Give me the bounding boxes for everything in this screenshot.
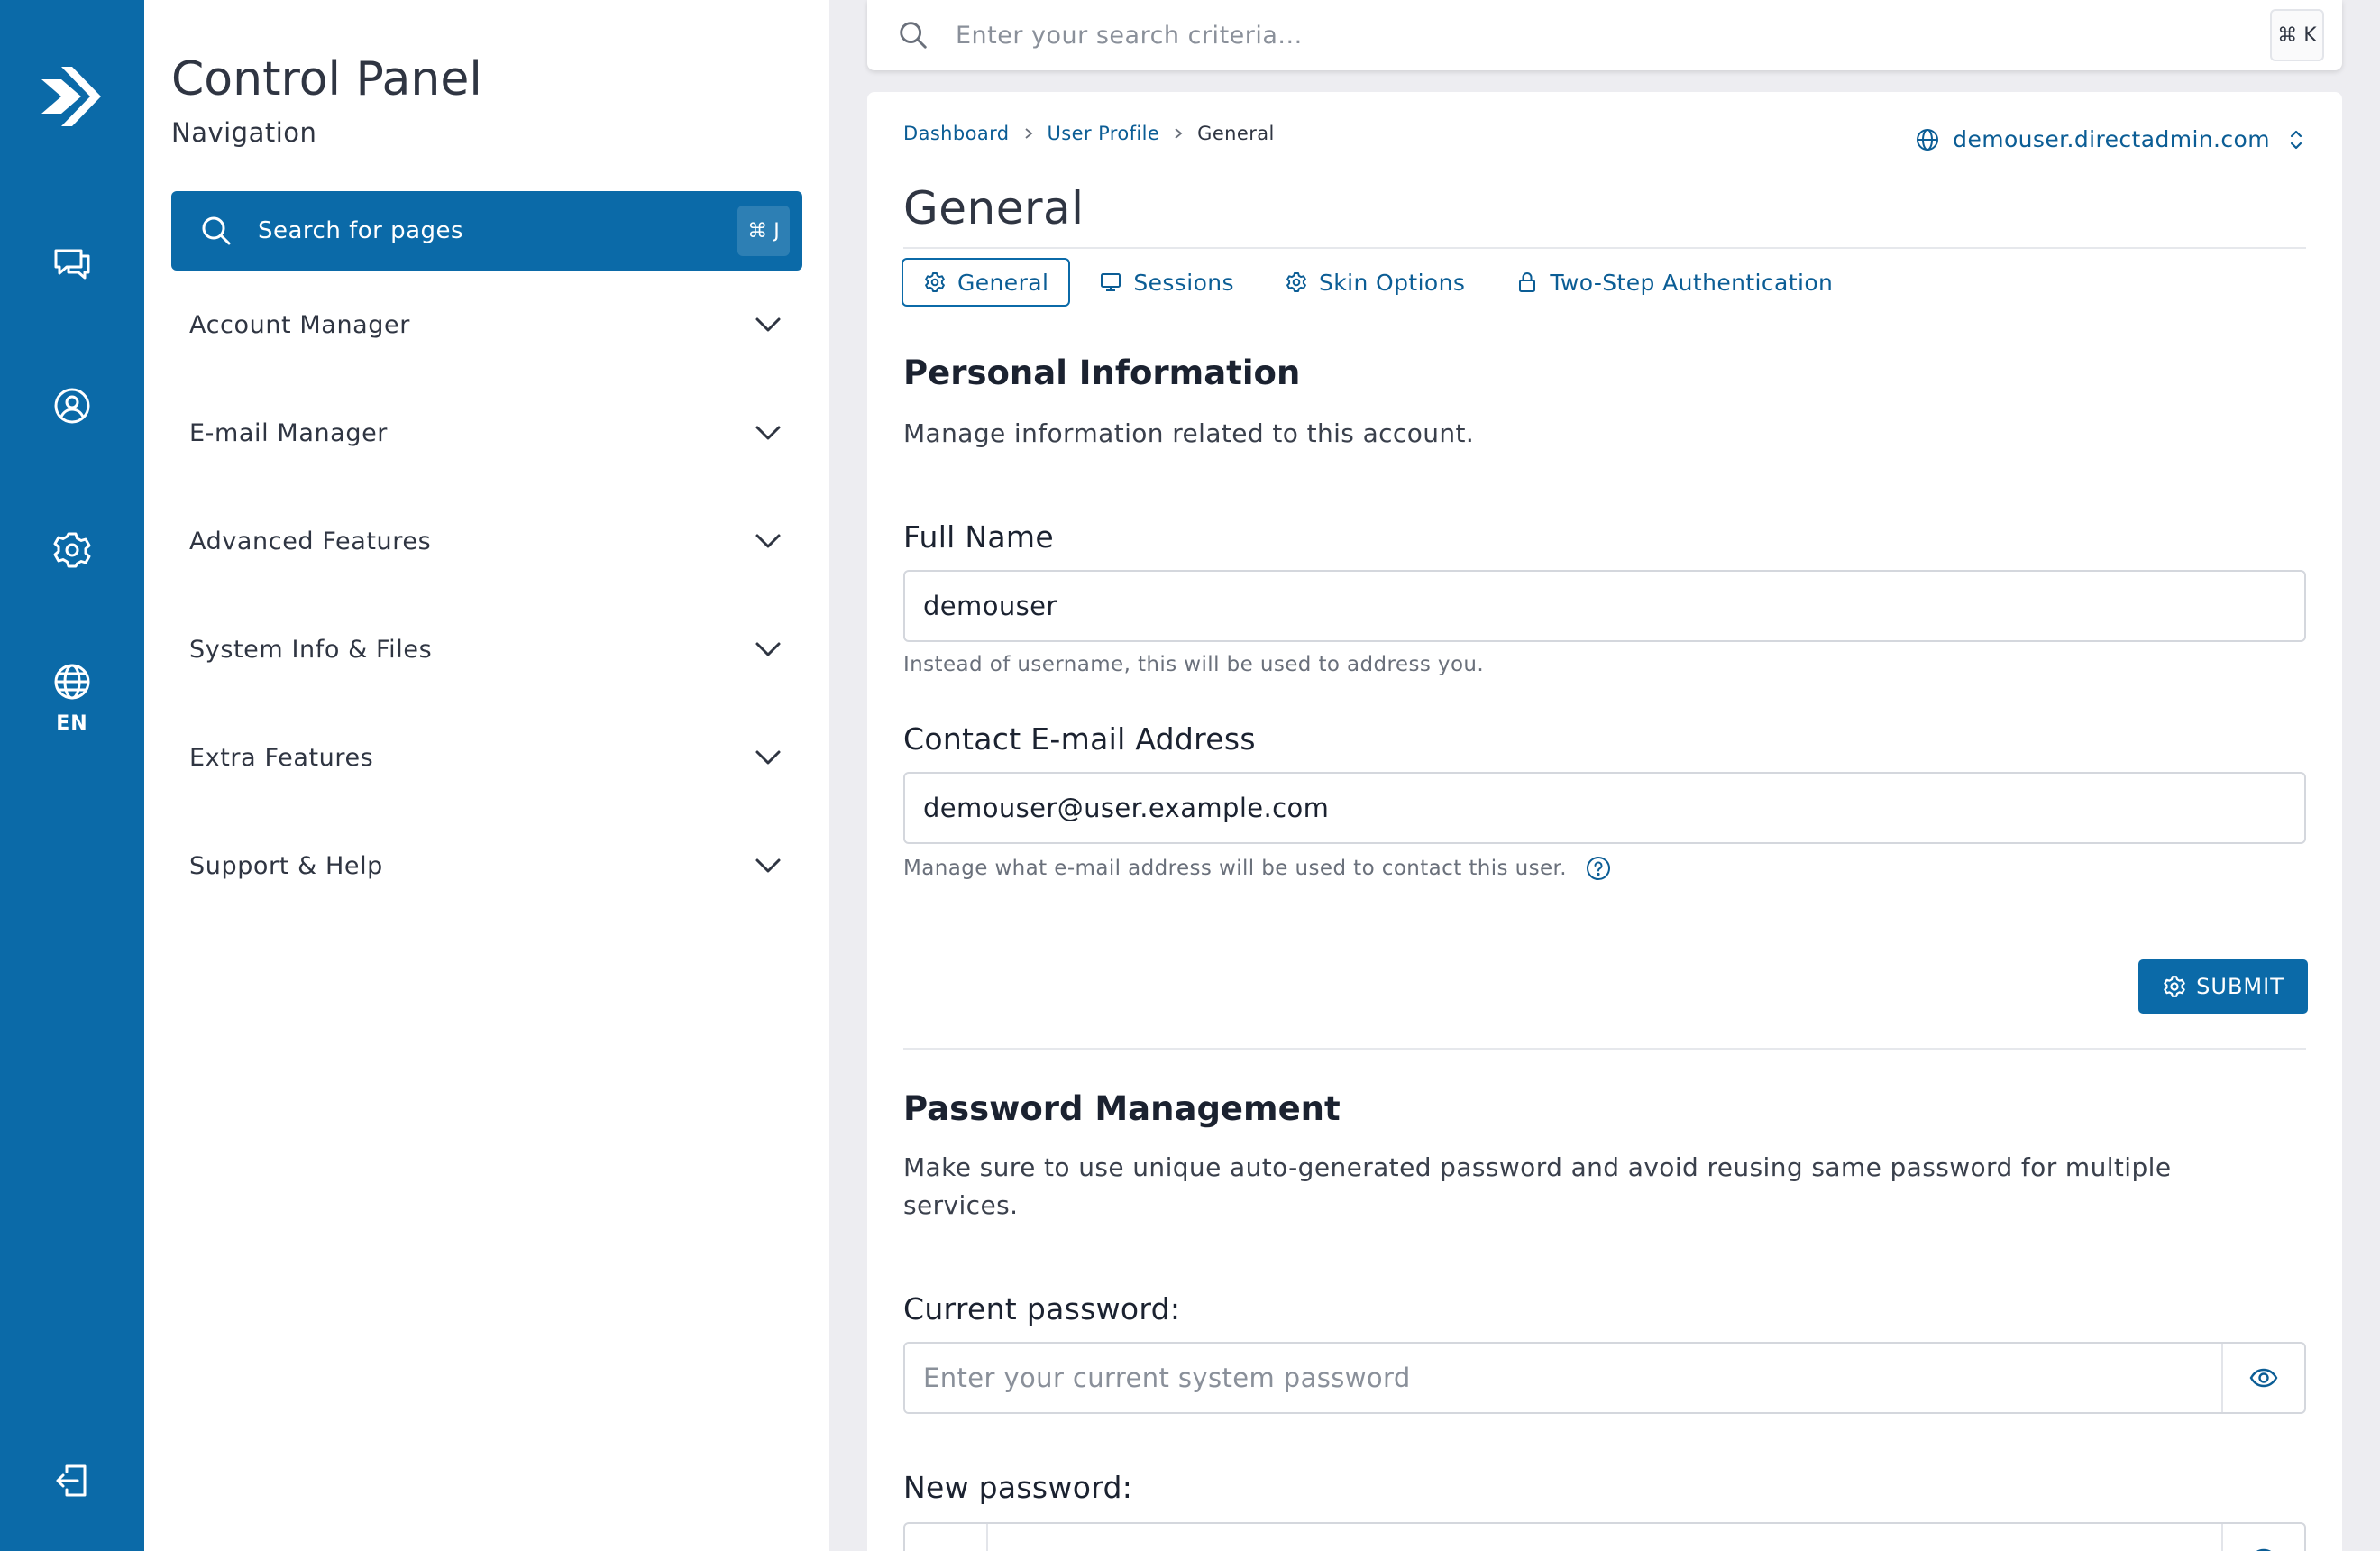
section-divider xyxy=(903,1048,2306,1050)
tab-label: Skin Options xyxy=(1318,269,1466,296)
chevron-down-icon xyxy=(755,642,781,656)
show-password-toggle[interactable] xyxy=(2221,1344,2304,1412)
nav-item-label: Account Manager xyxy=(189,310,410,339)
email-label: Contact E-mail Address xyxy=(903,721,1256,757)
question-circle-icon[interactable] xyxy=(1585,855,1612,882)
nav-item-account-manager[interactable]: Account Manager xyxy=(171,289,802,361)
new-password-label: New password: xyxy=(903,1470,1133,1505)
gear-icon xyxy=(1286,272,1306,292)
nav-item-support-help[interactable]: Support & Help xyxy=(171,830,802,902)
search-icon xyxy=(900,22,927,49)
chevron-down-icon xyxy=(755,750,781,765)
email-helper: Manage what e-mail address will be used … xyxy=(903,855,1612,882)
submit-button[interactable]: SUBMIT xyxy=(2138,959,2308,1014)
nav-item-email-manager[interactable]: E-mail Manager xyxy=(171,397,802,469)
main-content-card: Dashboard User Profile General demouser.… xyxy=(867,92,2342,1551)
logout-icon[interactable] xyxy=(36,1445,108,1517)
breadcrumb-link-user-profile[interactable]: User Profile xyxy=(1048,123,1160,144)
nav-item-system-info-files[interactable]: System Info & Files xyxy=(171,613,802,685)
search-icon xyxy=(202,216,231,245)
nav-title: Control Panel xyxy=(171,52,482,106)
personal-info-heading: Personal Information xyxy=(903,353,1301,392)
chevron-down-icon xyxy=(755,317,781,332)
gear-icon[interactable] xyxy=(36,514,108,586)
current-password-label: Current password: xyxy=(903,1291,1181,1326)
password-description: Make sure to use unique auto-generated p… xyxy=(903,1152,2172,1220)
globe-icon[interactable] xyxy=(36,646,108,718)
profile-tabs: General Sessions Skin Options Two-Step A… xyxy=(902,258,1862,307)
monitor-icon xyxy=(1101,273,1121,291)
global-search-shortcut: ⌘ K xyxy=(2270,9,2324,61)
breadcrumb-current: General xyxy=(1197,123,1275,144)
eye-icon xyxy=(2249,1368,2278,1388)
nav-item-label: Advanced Features xyxy=(189,527,432,555)
new-password-group xyxy=(903,1522,2306,1551)
chevron-down-icon xyxy=(755,426,781,440)
new-password-input[interactable] xyxy=(988,1524,2223,1551)
email-input[interactable] xyxy=(903,772,2306,844)
nav-item-label: System Info & Files xyxy=(189,635,433,664)
full-name-helper-text: Instead of username, this will be used t… xyxy=(903,653,1485,676)
email-helper-text: Manage what e-mail address will be used … xyxy=(903,857,1567,880)
search-pages-label: Search for pages xyxy=(258,217,464,244)
nav-item-label: Support & Help xyxy=(189,851,383,880)
globe-icon xyxy=(1917,128,1939,151)
current-password-input[interactable] xyxy=(905,1344,2223,1412)
language-label[interactable]: EN xyxy=(36,712,108,735)
user-circle-icon[interactable] xyxy=(36,370,108,442)
global-search-bar: ⌘ K xyxy=(867,0,2342,70)
full-name-helper: Instead of username, this will be used t… xyxy=(903,653,1484,676)
search-pages-button[interactable]: Search for pages ⌘ J xyxy=(171,191,802,271)
breadcrumb: Dashboard User Profile General xyxy=(903,123,1275,144)
tab-label: Sessions xyxy=(1133,269,1234,296)
domain-name: demouser.directadmin.com xyxy=(1953,126,2270,152)
password-heading: Password Management xyxy=(903,1089,1341,1128)
submit-label: SUBMIT xyxy=(2196,974,2284,999)
nav-item-extra-features[interactable]: Extra Features xyxy=(171,721,802,794)
navigation-panel: Control Panel Navigation Search for page… xyxy=(144,0,829,1551)
tab-general[interactable]: General xyxy=(902,258,1071,307)
full-name-label: Full Name xyxy=(903,519,1054,555)
domain-selector[interactable]: demouser.directadmin.com xyxy=(1915,126,2306,152)
show-new-password-toggle[interactable] xyxy=(2221,1524,2304,1551)
tab-label: General xyxy=(957,269,1049,296)
search-pages-shortcut: ⌘ J xyxy=(737,206,790,256)
lock-icon xyxy=(1519,272,1536,292)
nav-subtitle: Navigation xyxy=(171,117,317,148)
title-divider xyxy=(903,247,2306,249)
icon-rail: EN xyxy=(0,0,144,1551)
tab-sessions[interactable]: Sessions xyxy=(1077,258,1256,307)
full-name-input[interactable] xyxy=(903,570,2306,642)
gear-icon xyxy=(2164,976,2185,997)
page-title: General xyxy=(903,182,1085,234)
directadmin-logo-icon[interactable] xyxy=(34,60,108,133)
chevron-down-icon xyxy=(755,858,781,873)
app: EN Control Panel Navigation Search for p… xyxy=(0,0,2380,1551)
nav-item-label: Extra Features xyxy=(189,743,374,772)
eye-icon xyxy=(2256,1548,2271,1551)
key-icon xyxy=(932,1545,959,1551)
chevron-right-icon xyxy=(1175,128,1183,139)
current-password-group xyxy=(903,1342,2306,1414)
tab-skin-options[interactable]: Skin Options xyxy=(1263,258,1487,307)
breadcrumb-link-dashboard[interactable]: Dashboard xyxy=(903,123,1010,144)
personal-info-description: Manage information related to this accou… xyxy=(903,418,1475,448)
tab-two-step-authentication[interactable]: Two-Step Authentication xyxy=(1494,258,1854,307)
chevron-down-icon xyxy=(755,534,781,548)
tab-label: Two-Step Authentication xyxy=(1550,269,1834,296)
nav-item-label: E-mail Manager xyxy=(189,418,388,447)
gear-icon xyxy=(925,272,945,292)
chevron-right-icon xyxy=(1024,128,1032,139)
global-search-input[interactable] xyxy=(956,11,2200,60)
chat-icon[interactable] xyxy=(36,227,108,299)
chevron-up-down-icon xyxy=(2290,130,2302,149)
generate-password-button[interactable] xyxy=(905,1524,988,1551)
nav-item-advanced-features[interactable]: Advanced Features xyxy=(171,505,802,577)
